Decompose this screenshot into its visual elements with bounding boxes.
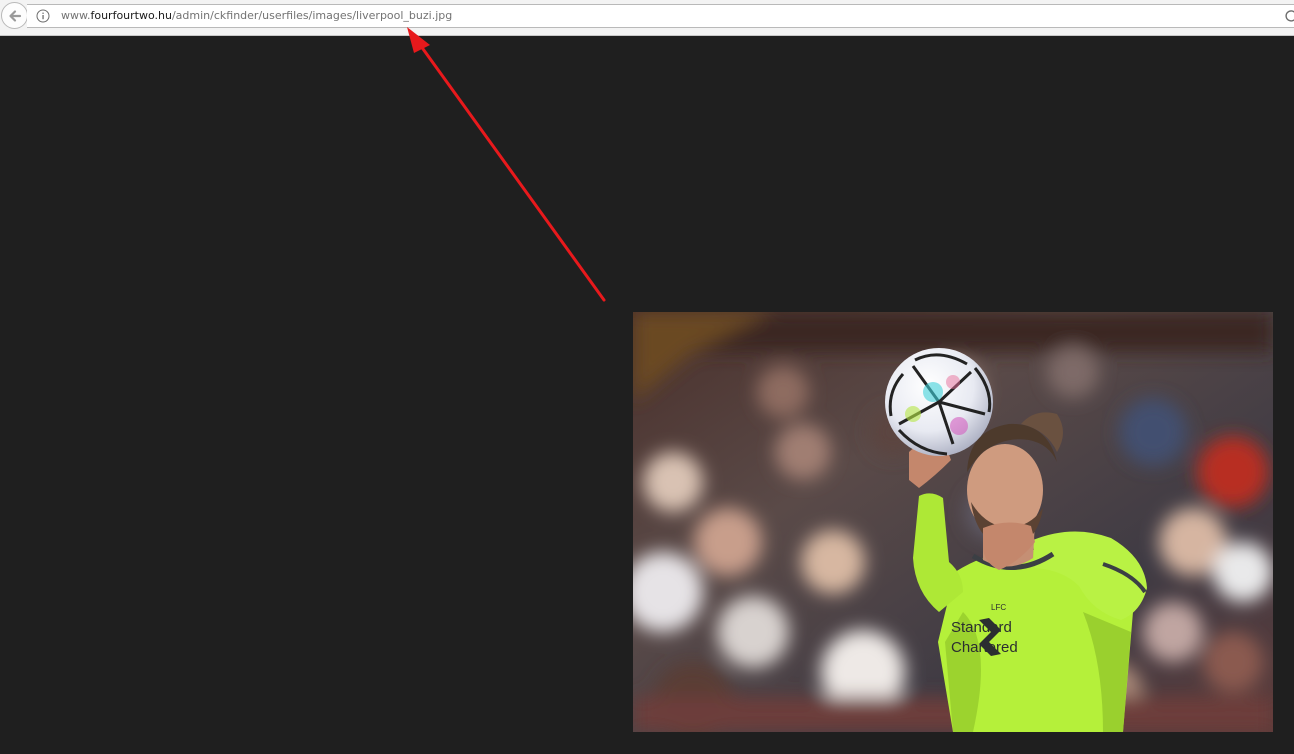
football-player-photo: Standard Chartered LFC (633, 312, 1273, 732)
url-text[interactable]: www.fourfourtwo.hu/admin/ckfinder/userfi… (61, 9, 452, 23)
url-path: /admin/ckfinder/userfiles/images/liverpo… (171, 9, 453, 22)
back-arrow-icon (8, 9, 21, 22)
url-host: fourfourtwo.hu (90, 9, 172, 22)
photo-canvas: Standard Chartered LFC (633, 312, 1273, 732)
football (885, 348, 993, 456)
back-button[interactable] (1, 2, 28, 29)
info-icon[interactable] (36, 9, 50, 23)
reload-icon[interactable] (1284, 9, 1294, 23)
browser-toolbar: www.fourfourtwo.hu/admin/ckfinder/userfi… (0, 0, 1294, 36)
url-prefix: www. (61, 9, 91, 22)
address-bar[interactable]: www.fourfourtwo.hu/admin/ckfinder/userfi… (27, 4, 1294, 28)
crest-text: LFC (991, 603, 1006, 612)
